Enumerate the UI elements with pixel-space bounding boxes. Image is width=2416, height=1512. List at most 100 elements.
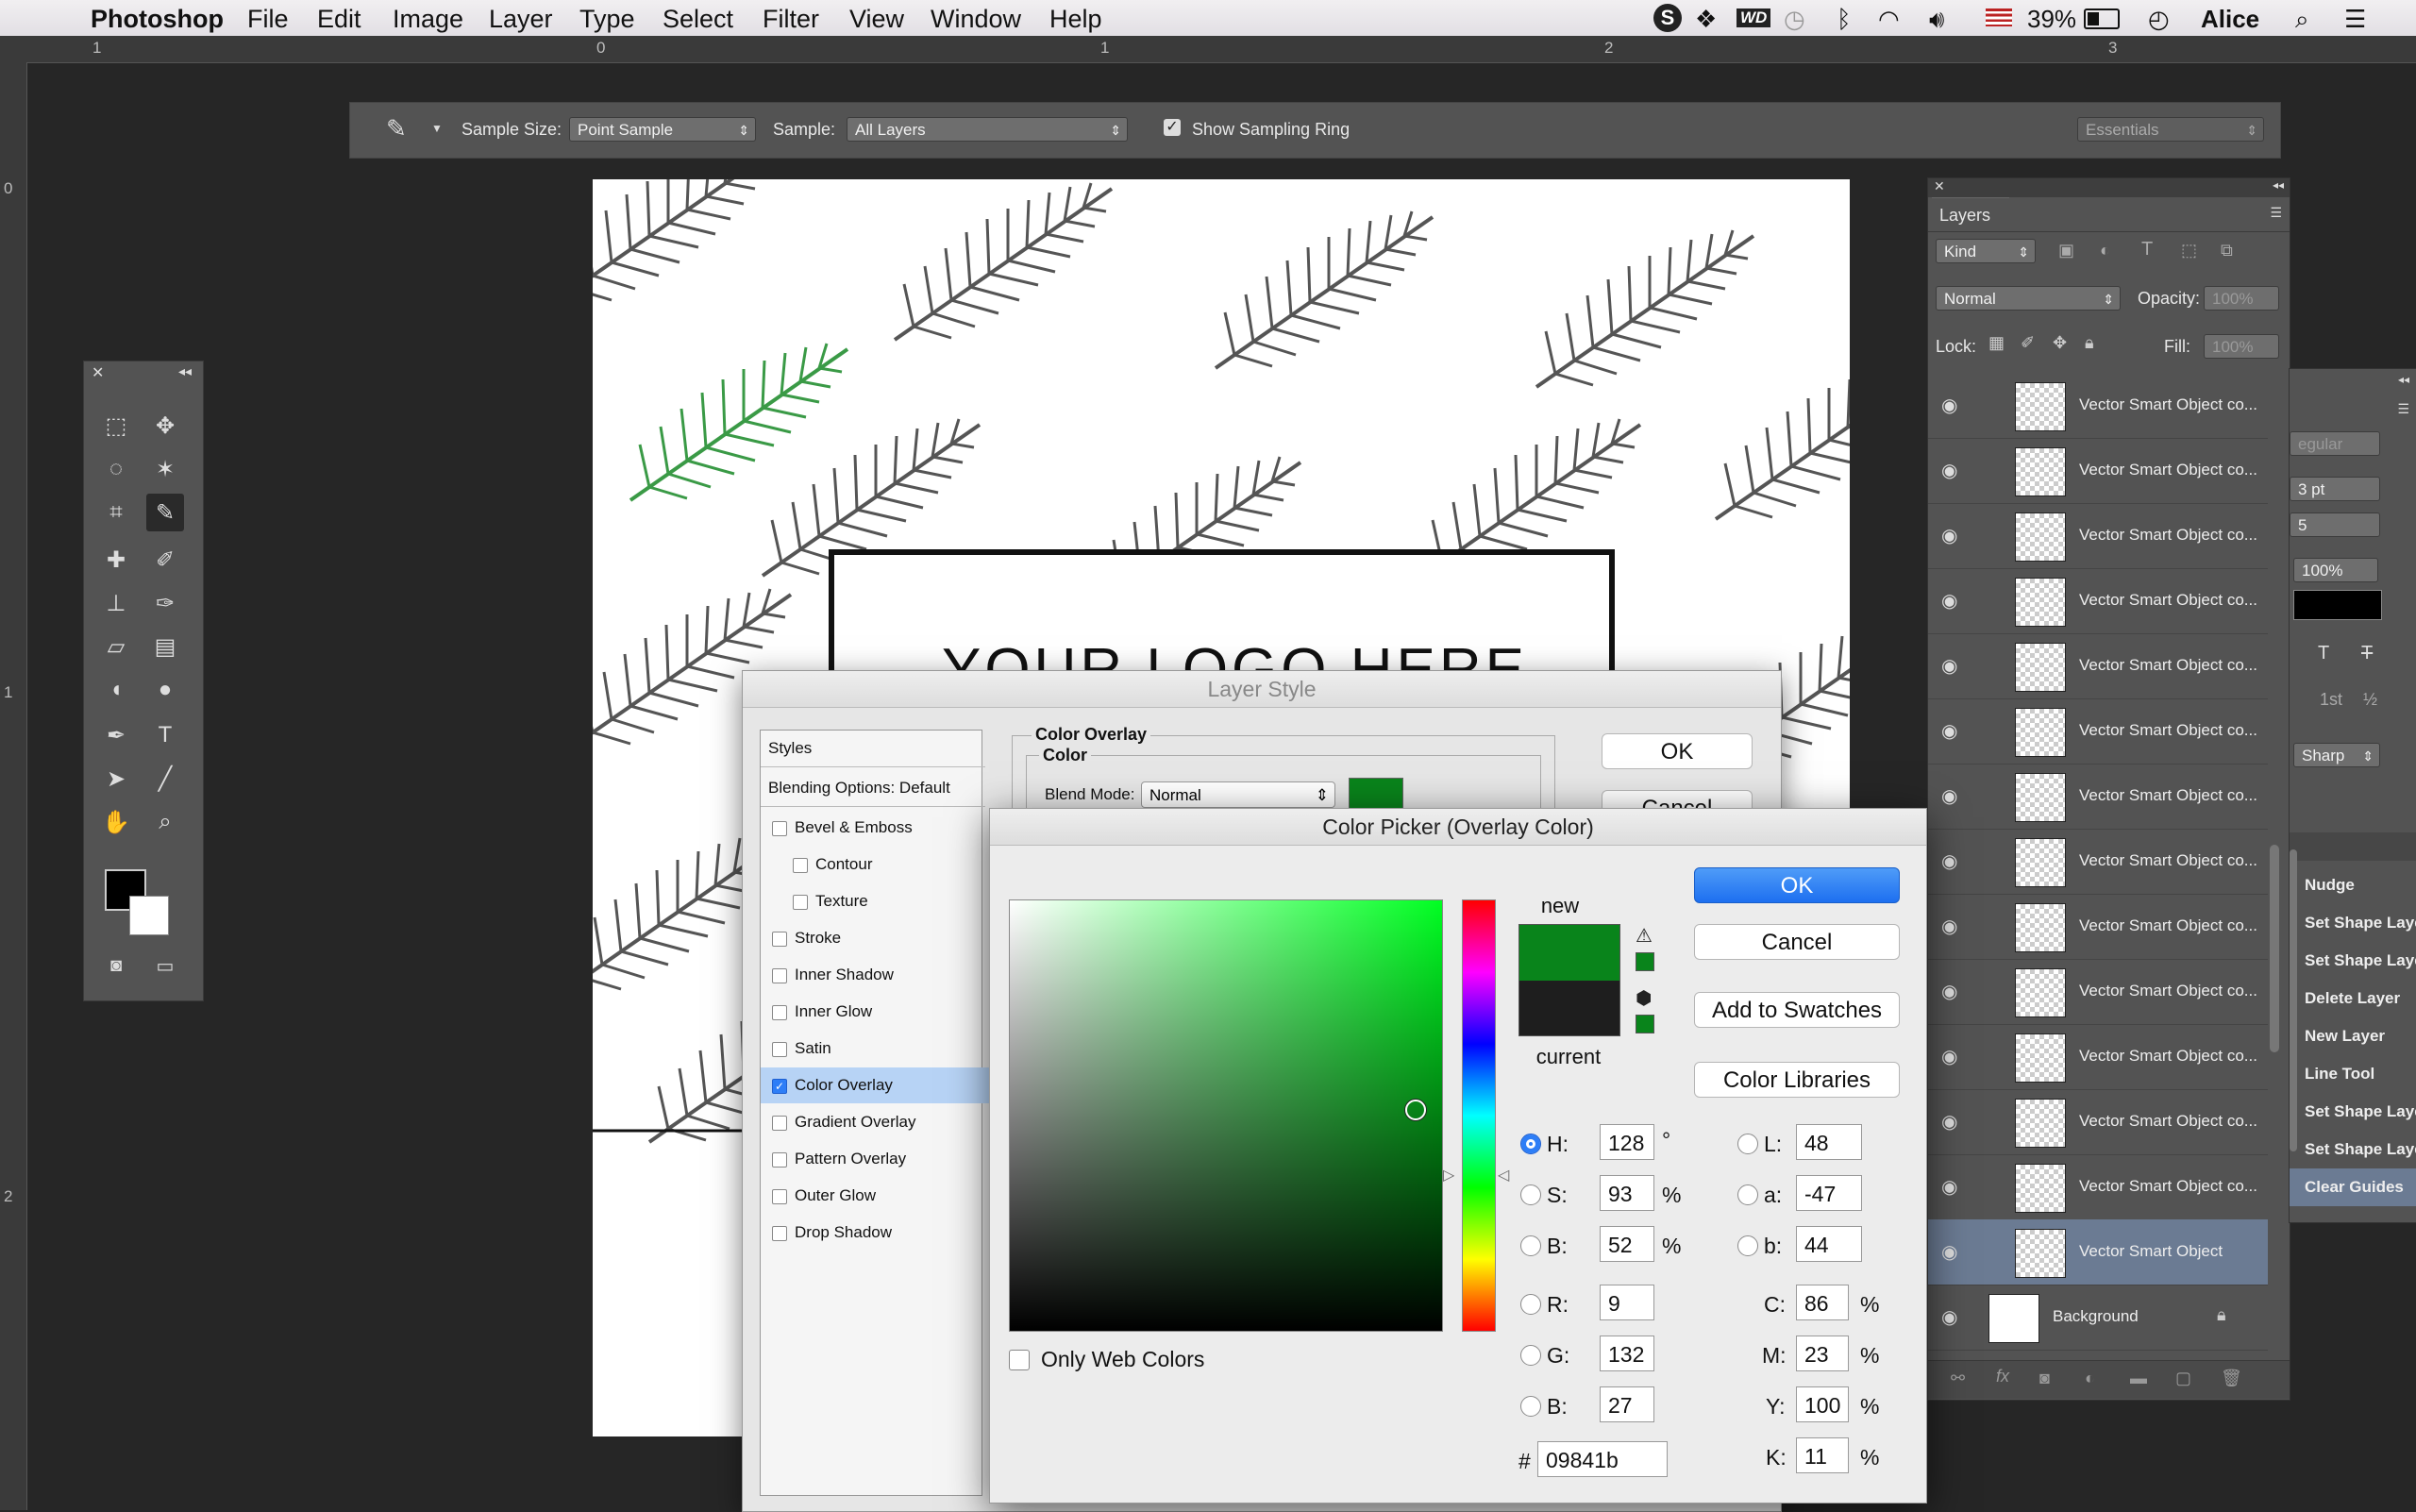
blend-mode-select[interactable]: Normal ⇕: [1936, 286, 2121, 311]
spotlight-search-icon[interactable]: ⌕: [2295, 5, 2309, 35]
style-contour[interactable]: Contour: [761, 847, 1010, 882]
visibility-eye-icon[interactable]: ◉: [1941, 524, 1957, 547]
visibility-eye-icon[interactable]: ◉: [1941, 980, 1957, 1003]
checkbox[interactable]: [772, 1151, 787, 1168]
zoom-tool-icon[interactable]: ⌕: [146, 803, 184, 841]
vertical-ruler[interactable]: 0 1 2: [0, 62, 27, 1510]
pen-tool-icon[interactable]: ✒: [97, 716, 135, 754]
visibility-eye-icon[interactable]: ◉: [1941, 1305, 1957, 1329]
only-web-colors-checkbox[interactable]: [1009, 1350, 1030, 1370]
history-scrollbar[interactable]: [2290, 849, 2297, 1151]
sample-select[interactable]: All Layers ⇕: [847, 117, 1128, 142]
leading-field[interactable]: 5: [2290, 512, 2380, 537]
chevron-down-icon[interactable]: ▼: [431, 122, 443, 135]
visibility-eye-icon[interactable]: ◉: [1941, 589, 1957, 613]
lasso-tool-icon[interactable]: ◌: [97, 450, 135, 488]
layer-row[interactable]: ◉ Vector Smart Object co...: [1928, 698, 2268, 764]
mask-icon[interactable]: ◙: [2039, 1369, 2050, 1388]
checkbox-checked[interactable]: ✓: [772, 1078, 787, 1094]
filter-adjustment-icon[interactable]: ◐: [2100, 241, 2110, 260]
history-item[interactable]: Set Shape Laye: [2290, 1093, 2416, 1131]
color-libraries-button[interactable]: Color Libraries: [1694, 1062, 1900, 1098]
collapse-icon[interactable]: ◂◂: [178, 363, 192, 379]
checkbox[interactable]: [793, 894, 808, 910]
fx-icon[interactable]: fx: [1996, 1367, 2009, 1386]
collapse-icon[interactable]: ◂◂: [2398, 373, 2409, 386]
trash-icon[interactable]: 🗑︎: [2221, 1369, 2242, 1388]
wifi-icon[interactable]: ◠: [1878, 5, 1900, 34]
radio-red[interactable]: [1520, 1294, 1541, 1315]
style-gradient-overlay[interactable]: Gradient Overlay: [761, 1104, 989, 1140]
history-item-selected[interactable]: Clear Guides: [2290, 1168, 2416, 1206]
hue-slider-right-arrow[interactable]: ◁: [1498, 1166, 1509, 1184]
flag-icon[interactable]: [1986, 8, 2012, 26]
gradient-tool-icon[interactable]: ▤: [146, 628, 184, 665]
panel-menu-icon[interactable]: ☰: [2270, 205, 2282, 221]
b-field[interactable]: 44: [1796, 1226, 1862, 1262]
history-item[interactable]: Nudge: [2290, 866, 2416, 904]
blending-options[interactable]: Blending Options: Default: [761, 770, 985, 807]
style-pattern-overlay[interactable]: Pattern Overlay: [761, 1141, 989, 1177]
filter-smart-icon[interactable]: ⧉: [2221, 241, 2233, 260]
text-color-swatch[interactable]: [2293, 590, 2382, 620]
history-item[interactable]: New Layer: [2290, 1017, 2416, 1055]
checkbox[interactable]: [772, 1115, 787, 1131]
visibility-eye-icon[interactable]: ◉: [1941, 915, 1957, 938]
checkbox[interactable]: [772, 820, 787, 836]
cyan-field[interactable]: 86: [1796, 1285, 1849, 1320]
lock-pixels-icon[interactable]: ✐: [2021, 333, 2035, 353]
checkbox[interactable]: [772, 931, 787, 947]
a-field[interactable]: -47: [1796, 1175, 1862, 1211]
ordinals-icon[interactable]: 1st: [2320, 690, 2342, 710]
black-field[interactable]: 11: [1796, 1437, 1849, 1473]
faux-italic-icon[interactable]: T: [2318, 643, 2329, 664]
radio-b[interactable]: [1737, 1235, 1758, 1256]
time-machine-icon[interactable]: ◷: [1784, 5, 1805, 34]
filter-type-icon[interactable]: T: [2141, 239, 2153, 260]
style-bevel-emboss[interactable]: Bevel & Emboss: [761, 810, 989, 846]
hex-field[interactable]: 09841b: [1537, 1441, 1668, 1477]
color-field-cursor[interactable]: [1405, 1100, 1426, 1120]
healing-brush-icon[interactable]: ✚: [97, 541, 135, 579]
notification-center-icon[interactable]: ☰: [2344, 5, 2366, 34]
history-item[interactable]: Line Tool: [2290, 1055, 2416, 1093]
visibility-eye-icon[interactable]: ◉: [1941, 1045, 1957, 1068]
checkbox[interactable]: [772, 967, 787, 983]
gamut-color-chip[interactable]: [1636, 952, 1654, 971]
adjustment-icon[interactable]: ◐: [2085, 1369, 2095, 1388]
lock-position-icon[interactable]: ✥: [2053, 333, 2067, 353]
magic-wand-icon[interactable]: ✶: [146, 450, 184, 488]
style-texture[interactable]: Texture: [761, 883, 1010, 919]
cancel-button[interactable]: Cancel: [1694, 924, 1900, 960]
red-field[interactable]: 9: [1600, 1285, 1654, 1320]
volume-icon[interactable]: 🔊︎: [1929, 5, 1944, 35]
filter-pixel-icon[interactable]: ▣: [2058, 241, 2074, 260]
layer-row[interactable]: ◉ Vector Smart Object co...: [1928, 633, 2268, 699]
fill-field[interactable]: 100%: [2204, 334, 2279, 359]
layer-row[interactable]: ◉ Vector Smart Object co...: [1928, 829, 2268, 895]
cancel-button[interactable]: Cancel: [1602, 790, 1753, 809]
layer-row[interactable]: ◉ Vector Smart Object co...: [1928, 894, 2268, 960]
collapse-icon[interactable]: ◂◂: [2273, 178, 2284, 192]
sample-size-select[interactable]: Point Sample ⇕: [569, 117, 756, 142]
eyedropper-tool-icon[interactable]: ✎: [146, 494, 184, 531]
quick-mask-icon[interactable]: ◙: [97, 947, 135, 984]
style-drop-shadow[interactable]: Drop Shadow: [761, 1215, 989, 1251]
folder-icon[interactable]: ▬: [2130, 1369, 2147, 1388]
radio-a[interactable]: [1737, 1184, 1758, 1205]
history-item[interactable]: Set Shape Laye: [2290, 904, 2416, 942]
styles-header[interactable]: Styles: [761, 731, 985, 767]
screen-mode-icon[interactable]: ▭: [146, 947, 184, 984]
radio-hue[interactable]: [1520, 1134, 1541, 1154]
checkbox[interactable]: [772, 1188, 787, 1204]
style-inner-glow[interactable]: Inner Glow: [761, 994, 989, 1030]
blend-mode-select[interactable]: Normal ⇕: [1141, 781, 1335, 808]
ok-button[interactable]: OK: [1694, 867, 1900, 903]
checkbox[interactable]: [793, 857, 808, 873]
hue-slider[interactable]: [1462, 899, 1496, 1332]
hand-tool-icon[interactable]: ✋: [97, 803, 135, 841]
blue-field[interactable]: 27: [1600, 1386, 1654, 1422]
background-color-swatch[interactable]: [129, 896, 169, 935]
fractions-icon[interactable]: ½: [2363, 690, 2377, 710]
font-size-field[interactable]: 3 pt: [2290, 477, 2380, 501]
